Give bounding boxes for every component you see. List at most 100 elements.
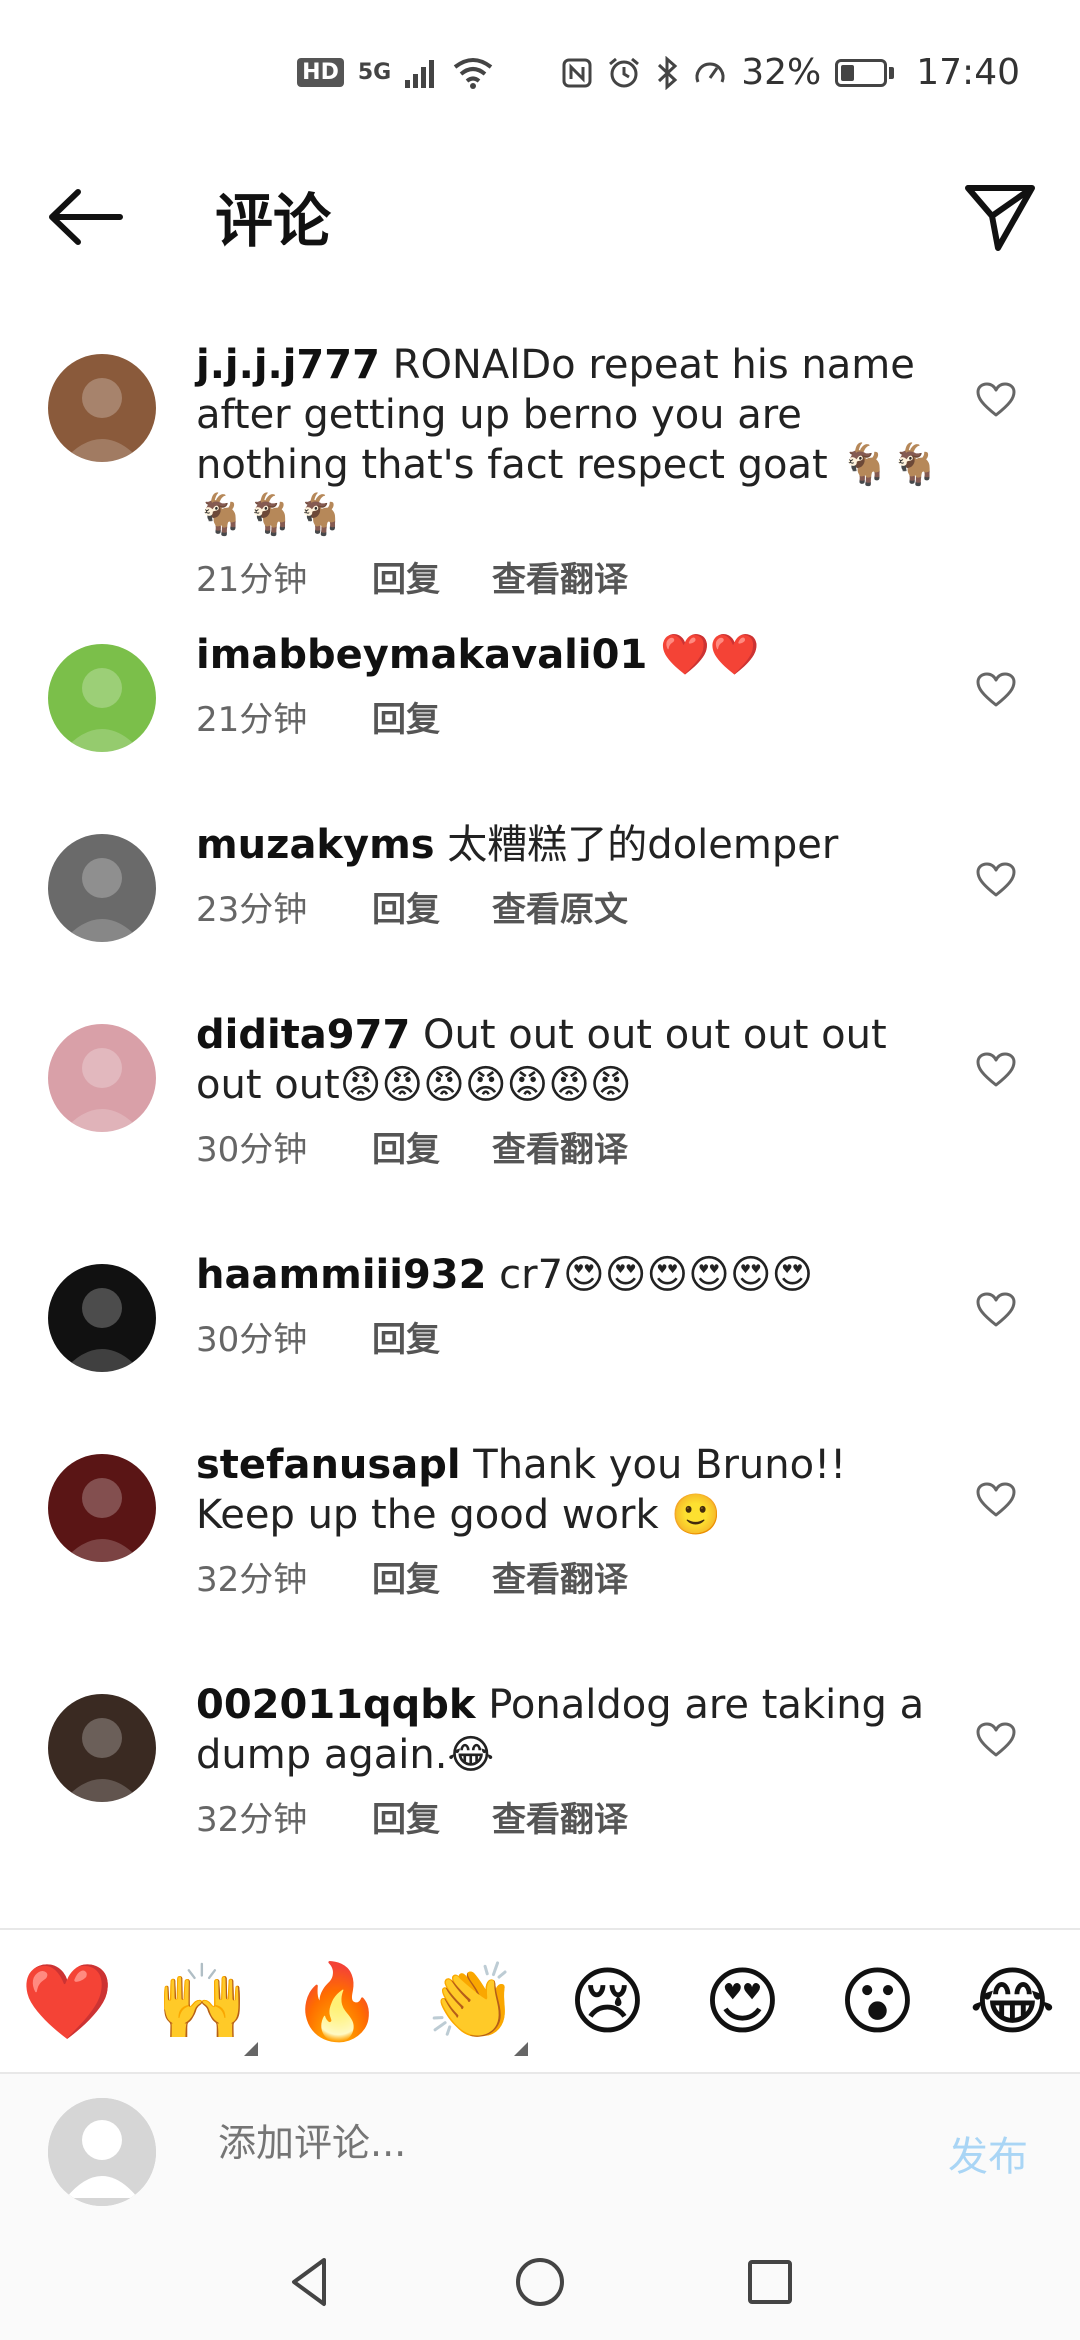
comment-time: 32分钟: [196, 1800, 308, 1840]
reaction-emoji[interactable]: 😂: [945, 1930, 1080, 2074]
comment-item: didita977 Out out out out out out out ou…: [0, 1010, 1080, 1210]
comment-avatar[interactable]: [48, 834, 156, 942]
translate-button[interactable]: 查看翻译: [492, 1122, 628, 1171]
comment-username[interactable]: imabbeymakavali01: [196, 632, 647, 678]
reply-button[interactable]: 回复: [372, 552, 492, 601]
comment-time: 32分钟: [196, 1560, 308, 1600]
comment-avatar[interactable]: [48, 644, 156, 752]
comment-time: 30分钟: [196, 1320, 308, 1360]
network-5g-icon: 5G: [357, 60, 392, 85]
comment-meta: 21分钟 回复: [196, 692, 940, 741]
comment-text: stefanusapl Thank you Bruno!! Keep up th…: [196, 1440, 940, 1540]
comment-item: j.j.j.j777 RONAlDo repeat his name after…: [0, 340, 1080, 600]
comment-avatar[interactable]: [48, 1024, 156, 1132]
heart-outline-icon: [976, 1052, 1016, 1087]
like-button[interactable]: [976, 862, 1016, 898]
comment-username[interactable]: haammiii932: [196, 1252, 486, 1298]
nav-home-button[interactable]: [510, 2252, 570, 2312]
share-button[interactable]: [960, 176, 1040, 256]
comment-text: j.j.j.j777 RONAlDo repeat his name after…: [196, 340, 940, 540]
like-button[interactable]: [976, 1052, 1016, 1088]
wifi-icon: [454, 57, 493, 89]
comment-username[interactable]: muzakyms: [196, 822, 435, 868]
avatar-silhouette-icon: [62, 1048, 142, 1132]
comment-username[interactable]: j.j.j.j777: [196, 342, 380, 388]
comment-body: imabbeymakavali01 ❤️❤️ 21分钟 回复: [196, 630, 940, 741]
reaction-emoji-glyph: 😍: [703, 1959, 782, 2045]
reply-button[interactable]: 回复: [372, 692, 492, 741]
comment-item: imabbeymakavali01 ❤️❤️ 21分钟 回复: [0, 630, 1080, 780]
comment-avatar[interactable]: [48, 1264, 156, 1372]
avatar-silhouette-icon: [62, 1288, 142, 1372]
status-icons: HD 5G 32% 17:40: [297, 52, 1020, 93]
arrow-left-icon: [49, 189, 123, 245]
translate-button[interactable]: 查看原文: [492, 882, 628, 931]
comment-username[interactable]: 002011qqbk: [196, 1682, 476, 1728]
avatar-silhouette-icon: [62, 1718, 142, 1802]
comment-meta: 32分钟 回复 查看翻译: [196, 1792, 940, 1841]
nav-recents-button[interactable]: [740, 2252, 800, 2312]
comment-item: 002011qqbk Ponaldog are taking a dump ag…: [0, 1680, 1080, 1880]
publish-button[interactable]: 发布: [948, 2124, 1028, 2182]
speed-icon: [695, 62, 725, 83]
battery-percent: 32%: [741, 52, 822, 93]
like-button[interactable]: [976, 672, 1016, 708]
reaction-emoji[interactable]: 🔥: [270, 1930, 405, 2074]
nfc-icon: [562, 58, 592, 87]
reaction-emoji[interactable]: 👏: [405, 1930, 540, 2074]
comment-time: 23分钟: [196, 890, 308, 930]
avatar-silhouette-icon: [62, 858, 142, 942]
reaction-emoji-glyph: 😂: [969, 1959, 1056, 2045]
user-avatar: [48, 2098, 156, 2206]
avatar-silhouette-icon: [62, 378, 142, 462]
alarm-icon: [609, 57, 640, 87]
comment-message: 太糟糕了的dolemper: [434, 822, 839, 868]
comment-meta: 30分钟 回复: [196, 1312, 940, 1361]
comment-body: stefanusapl Thank you Bruno!! Keep up th…: [196, 1440, 940, 1601]
skin-tone-indicator: [514, 2042, 528, 2056]
bluetooth-icon: [658, 55, 678, 90]
comment-meta: 21分钟 回复 查看翻译: [196, 552, 940, 601]
like-button[interactable]: [976, 1482, 1016, 1518]
comment-text: muzakyms 太糟糕了的dolemper: [196, 820, 940, 870]
comment-time: 30分钟: [196, 1130, 308, 1170]
like-button[interactable]: [976, 1292, 1016, 1328]
comment-text: didita977 Out out out out out out out ou…: [196, 1010, 940, 1110]
like-button[interactable]: [976, 1722, 1016, 1758]
translate-button[interactable]: 查看翻译: [492, 1552, 628, 1601]
heart-outline-icon: [976, 862, 1016, 897]
comment-input[interactable]: [216, 2120, 920, 2166]
translate-button[interactable]: 查看翻译: [492, 1792, 628, 1841]
reaction-emoji[interactable]: 😢: [540, 1930, 675, 2074]
reaction-emoji[interactable]: 😮: [810, 1930, 945, 2074]
header: 评论: [0, 160, 1080, 270]
nav-back-button[interactable]: [280, 2252, 340, 2312]
reply-button[interactable]: 回复: [372, 1792, 492, 1841]
reaction-emoji[interactable]: 😍: [675, 1930, 810, 2074]
heart-outline-icon: [976, 1722, 1016, 1757]
comment-username[interactable]: didita977: [196, 1012, 410, 1058]
comment-avatar[interactable]: [48, 1694, 156, 1802]
reply-button[interactable]: 回复: [372, 1312, 492, 1361]
comment-avatar[interactable]: [48, 1454, 156, 1562]
comment-username[interactable]: stefanusapl: [196, 1442, 461, 1488]
reply-button[interactable]: 回复: [372, 1122, 492, 1171]
reaction-emoji[interactable]: ❤️: [0, 1930, 135, 2074]
comment-meta: 23分钟 回复 查看原文: [196, 882, 940, 931]
circle-home-icon: [516, 2258, 564, 2306]
reply-button[interactable]: 回复: [372, 882, 492, 931]
paper-plane-icon: [965, 185, 1035, 251]
system-nav-bar: [0, 2222, 1080, 2340]
translate-button[interactable]: 查看翻译: [492, 552, 628, 601]
reply-button[interactable]: 回复: [372, 1552, 492, 1601]
comment-body: didita977 Out out out out out out out ou…: [196, 1010, 940, 1171]
reaction-emoji[interactable]: 🙌: [135, 1930, 270, 2074]
triangle-back-icon: [292, 2258, 326, 2306]
page-title: 评论: [215, 187, 332, 255]
like-button[interactable]: [976, 382, 1016, 418]
back-button[interactable]: [46, 182, 126, 252]
comment-avatar[interactable]: [48, 354, 156, 462]
comment-item: muzakyms 太糟糕了的dolemper 23分钟 回复 查看原文: [0, 820, 1080, 970]
reaction-emoji-glyph: 🔥: [291, 1959, 384, 2045]
comment-text: imabbeymakavali01 ❤️❤️: [196, 630, 940, 680]
